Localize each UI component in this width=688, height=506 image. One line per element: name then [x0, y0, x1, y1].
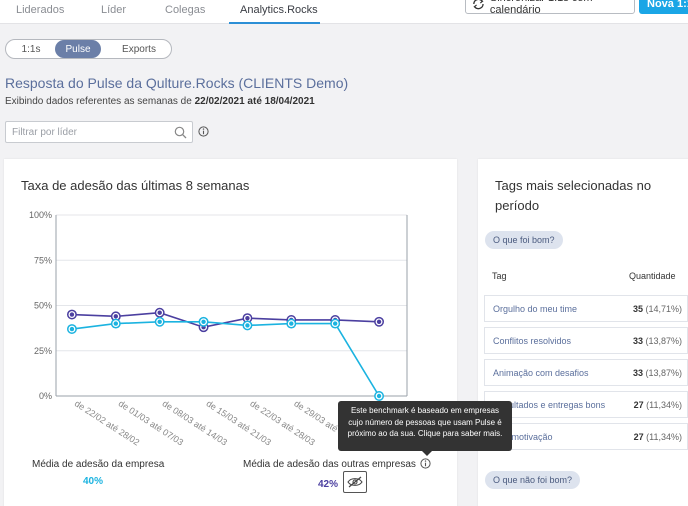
tags-card: Tags mais selecionadas no período O que …	[478, 159, 688, 506]
data-point-dot	[157, 310, 162, 315]
data-point-dot	[69, 326, 75, 332]
toggle-benchmark-button[interactable]	[343, 471, 367, 493]
adhesion-card: Taxa de adesão das últimas 8 semanas 0% 2…	[4, 159, 457, 506]
y-tick-label: 25%	[34, 346, 52, 356]
table-row[interactable]: Animação com desafios 33 (13,87%)	[484, 359, 688, 386]
data-point-dot	[69, 312, 75, 317]
y-tick-label: 75%	[34, 255, 52, 265]
tag-count-percent: (13,87%)	[645, 336, 682, 346]
tag-count-number: 27	[633, 400, 644, 410]
column-header-quantity: Quantidade	[629, 271, 676, 281]
tab-colegas[interactable]: Colegas	[165, 4, 205, 16]
tab-analytics-rocks[interactable]: Analytics.Rocks	[240, 4, 318, 16]
tag-count-number: 33	[632, 336, 643, 346]
subtab-pulse[interactable]: Pulse	[55, 40, 101, 58]
subtab-exports[interactable]: Exports	[112, 40, 166, 58]
table-row[interactable]: Conflitos resolvidos 33 (13,87%)	[484, 327, 688, 354]
info-icon[interactable]	[198, 126, 209, 137]
table-row[interactable]: Orgulho do meu time 35 (14,71%)	[484, 295, 688, 322]
tag-count: 33 (13,87%)	[633, 336, 682, 346]
y-tick-label: 50%	[34, 301, 52, 311]
y-tick-label: 0%	[39, 391, 52, 401]
subtab-1on1s[interactable]: 1:1s	[14, 40, 48, 58]
tab-lider[interactable]: Líder	[101, 4, 126, 16]
tag-count: 27 (11,34%)	[634, 400, 682, 410]
data-point-dot	[113, 314, 119, 319]
search-icon[interactable]	[174, 126, 187, 139]
page-title: Resposta do Pulse da Qulture.Rocks (CLIE…	[5, 75, 349, 91]
tags-card-title: Tags mais selecionadas no período	[495, 178, 652, 213]
new-one-on-one-button[interactable]: Nova 1:1	[639, 0, 688, 14]
data-point-dot	[157, 319, 162, 324]
tag-count-percent: (11,34%)	[646, 400, 682, 410]
sync-icon	[473, 0, 484, 10]
tag-count-number: 35	[632, 304, 643, 314]
tab-liderados[interactable]: Liderados	[16, 4, 64, 16]
data-point-dot	[332, 321, 338, 326]
tag-name: Orgulho do meu time	[493, 304, 578, 314]
date-range-prefix: Exibindo dados referentes as semanas de	[5, 96, 192, 107]
tag-count: 35 (14,71%)	[633, 304, 682, 314]
benchmark-tooltip: Este benchmark é baseado em empresas cuj…	[338, 401, 512, 451]
good-tags-filter[interactable]: O que foi bom?	[485, 231, 563, 249]
bad-tags-filter[interactable]: O que não foi bom?	[485, 471, 581, 489]
tag-count: 33 (13,87%)	[633, 368, 682, 378]
adhesion-chart-title: Taxa de adesão das últimas 8 semanas	[21, 178, 250, 193]
series-line-company	[71, 320, 380, 397]
tag-count-percent: (13,87%)	[645, 368, 682, 378]
others-average-label: Média de adesão das outras empresas	[243, 459, 416, 470]
date-range-mid: até	[247, 96, 262, 107]
tag-count: 27 (11,34%)	[634, 432, 682, 442]
tag-count-number: 27	[633, 432, 644, 442]
data-point-dot	[245, 323, 250, 328]
tag-name: Conflitos resolvidos	[493, 336, 572, 346]
leader-filter-input[interactable]	[6, 122, 171, 142]
tag-count-percent: (11,34%)	[646, 432, 682, 442]
date-range-text: Exibindo dados referentes as semanas de …	[5, 96, 315, 107]
date-start: 22/02/2021	[194, 96, 245, 107]
leader-filter	[5, 121, 193, 143]
data-point-dot	[376, 319, 382, 324]
data-point-dot	[201, 319, 206, 324]
others-average-value: 42%	[318, 479, 339, 490]
data-point-dot	[376, 393, 382, 399]
tag-count-percent: (14,71%)	[645, 304, 682, 314]
data-point-dot	[289, 321, 294, 326]
eye-slash-icon	[347, 476, 363, 488]
sync-calendar-label: Sincronizar 1:1s com calendário	[489, 0, 593, 16]
table-row[interactable]: Resultados e entregas bons 27 (11,34%)	[484, 391, 688, 418]
sub-tabs: 1:1s Pulse Exports	[5, 39, 172, 59]
company-average-value: 40%	[83, 476, 104, 487]
top-navigation: Liderados Líder Colegas Analytics.Rocks …	[0, 0, 688, 24]
data-point-dot	[245, 315, 250, 321]
tag-count-number: 33	[632, 368, 643, 378]
table-row[interactable]: Automotivação 27 (11,34%)	[484, 423, 688, 450]
active-tab-indicator	[229, 22, 320, 24]
column-header-tag: Tag	[492, 271, 507, 281]
y-tick-label: 100%	[29, 210, 52, 220]
data-point-dot	[113, 321, 119, 326]
tooltip-arrow	[422, 451, 432, 456]
sync-calendar-button[interactable]: Sincronizar 1:1s com calendário	[465, 0, 635, 16]
tag-name: Animação com desafios	[493, 368, 589, 378]
benchmark-info-icon[interactable]	[420, 458, 431, 469]
date-end: 18/04/2021	[264, 96, 315, 107]
company-average-label: Média de adesão da empresa	[32, 459, 165, 470]
